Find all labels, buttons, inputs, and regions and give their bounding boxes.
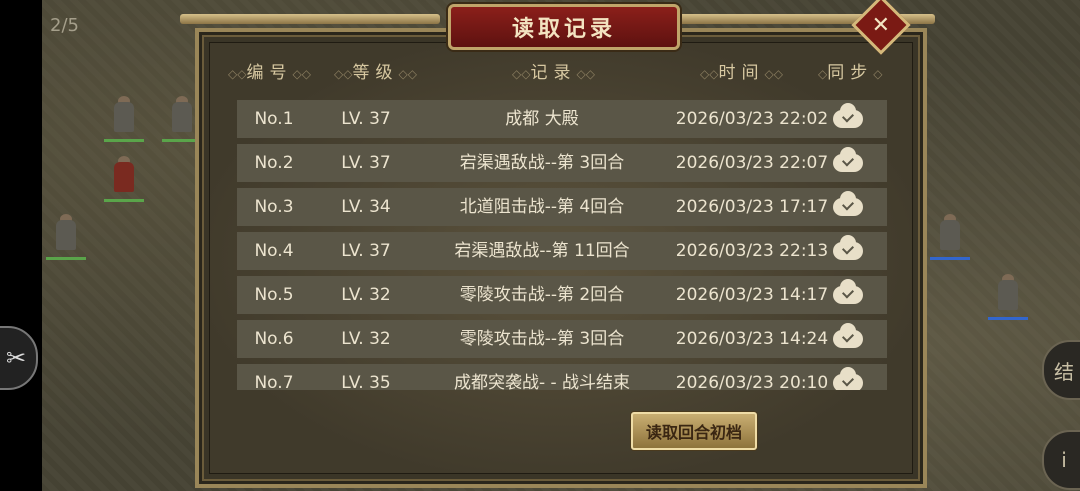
- record-row[interactable]: No.4 LV. 37 宕渠遇敌战--第 11回合 2026/03/23 22:…: [237, 232, 887, 270]
- cloud-check-icon: [833, 276, 869, 314]
- record-list[interactable]: No.1 LV. 37 成都 大殿 2026/03/23 22:02 No.2 …: [237, 100, 887, 390]
- dialog-title: 读取记录: [448, 4, 680, 50]
- record-time: 2026/03/23 22:02: [675, 109, 829, 129]
- column-header-sync: ◇同步◇: [818, 63, 883, 83]
- record-name: 宕渠遇敌战--第 11回合: [454, 241, 630, 261]
- page-indicator: 2/5: [50, 15, 79, 36]
- right-action-label: 结: [1054, 359, 1074, 384]
- cloud-check-icon: [833, 232, 869, 270]
- cloud-check-icon: [833, 100, 869, 138]
- record-time: 2026/03/23 22:07: [675, 153, 829, 173]
- record-row[interactable]: No.2 LV. 37 宕渠遇敌战--第 3回合 2026/03/23 22:0…: [237, 144, 887, 182]
- record-level: LV. 32: [341, 285, 391, 305]
- cloud-check-icon: [833, 188, 869, 226]
- record-name: 北道阻击战--第 4回合: [459, 197, 625, 217]
- load-round-start-button[interactable]: 读取回合初档: [631, 412, 757, 450]
- record-no: No.2: [254, 153, 294, 173]
- record-row[interactable]: No.6 LV. 32 零陵攻击战--第 3回合 2026/03/23 14:2…: [237, 320, 887, 358]
- enemy-unit[interactable]: [930, 214, 970, 260]
- record-row[interactable]: No.5 LV. 32 零陵攻击战--第 2回合 2026/03/23 14:1…: [237, 276, 887, 314]
- record-no: No.3: [254, 197, 294, 217]
- enemy-unit[interactable]: [988, 274, 1028, 320]
- cloud-check-icon: [833, 320, 869, 358]
- title-wing-left: [180, 14, 440, 24]
- record-no: No.7: [254, 373, 294, 390]
- ally-unit[interactable]: [46, 214, 86, 260]
- tool-icon: ✂: [5, 344, 27, 372]
- record-time: 2026/03/23 17:17: [675, 197, 829, 217]
- record-no: No.1: [254, 109, 294, 129]
- record-row[interactable]: No.7 LV. 35 成都突袭战- - 战斗结束 2026/03/23 20:…: [237, 364, 887, 390]
- record-level: LV. 34: [341, 197, 391, 217]
- column-header-level: ◇◇等级◇◇: [334, 63, 417, 83]
- record-no: No.5: [254, 285, 294, 305]
- screen-edge: [0, 0, 42, 491]
- record-time: 2026/03/23 14:24: [675, 329, 829, 349]
- record-time: 2026/03/23 14:17: [675, 285, 829, 305]
- record-row[interactable]: No.3 LV. 34 北道阻击战--第 4回合 2026/03/23 17:1…: [237, 188, 887, 226]
- column-header-no: ◇◇编号◇◇: [228, 63, 311, 83]
- cloud-check-icon: [833, 144, 869, 182]
- column-header-time: ◇◇时间◇◇: [700, 63, 783, 83]
- record-name: 零陵攻击战--第 3回合: [459, 329, 625, 349]
- close-icon: ✕: [871, 12, 891, 38]
- ally-unit[interactable]: [104, 96, 144, 142]
- info-icon: i: [1061, 448, 1067, 472]
- record-level: LV. 32: [341, 329, 391, 349]
- cloud-check-icon: [833, 364, 869, 390]
- record-level: LV. 37: [341, 153, 391, 173]
- record-name: 成都 大殿: [505, 109, 579, 129]
- record-level: LV. 35: [341, 373, 391, 390]
- record-level: LV. 37: [341, 241, 391, 261]
- record-row[interactable]: No.1 LV. 37 成都 大殿 2026/03/23 22:02: [237, 100, 887, 138]
- record-level: LV. 37: [341, 109, 391, 129]
- column-header-record: ◇◇记录◇◇: [512, 63, 595, 83]
- record-no: No.4: [254, 241, 294, 261]
- record-name: 成都突袭战- - 战斗结束: [453, 373, 631, 390]
- record-no: No.6: [254, 329, 294, 349]
- record-time: 2026/03/23 22:13: [675, 241, 829, 261]
- ally-unit[interactable]: [104, 156, 144, 202]
- record-name: 宕渠遇敌战--第 3回合: [459, 153, 625, 173]
- record-time: 2026/03/23 20:10: [675, 373, 829, 390]
- record-name: 零陵攻击战--第 2回合: [459, 285, 625, 305]
